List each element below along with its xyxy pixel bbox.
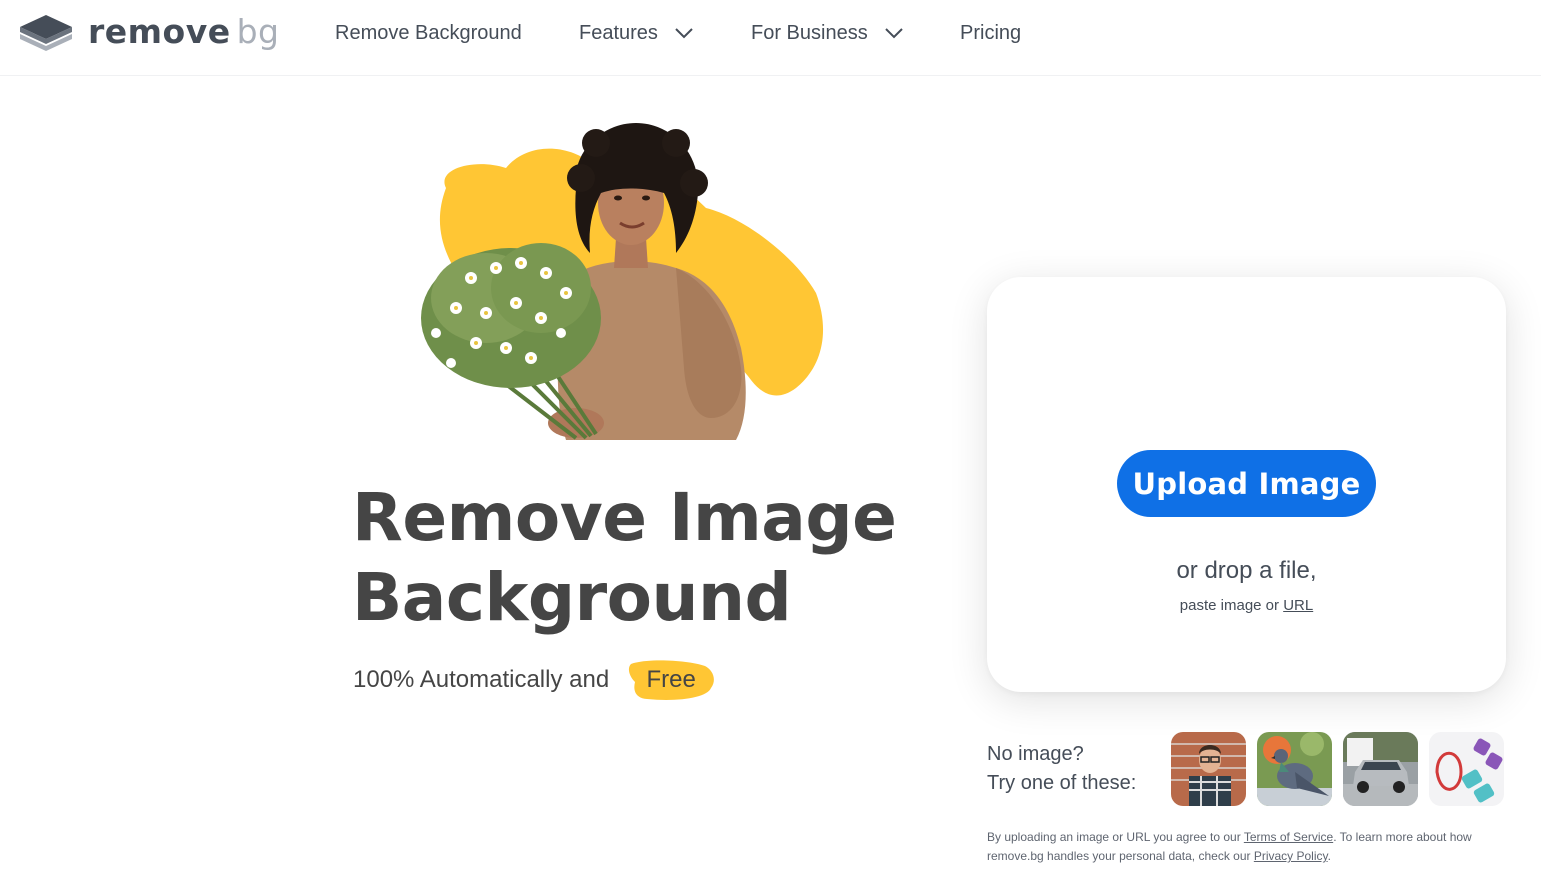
sample-prompt-line2: Try one of these:	[987, 772, 1137, 794]
logo-layers-icon	[20, 15, 72, 51]
url-link[interactable]: URL	[1283, 597, 1313, 614]
car-sample-image	[1343, 732, 1418, 806]
removebg-logo[interactable]: remove bg	[18, 12, 280, 52]
sample-thumb-person[interactable]	[1171, 732, 1246, 806]
nav-label: Remove Background	[335, 21, 522, 44]
sample-prompt-line1: No image?	[987, 743, 1084, 765]
hero-woman-with-flowers-image	[421, 123, 824, 440]
paste-prefix: paste image or	[1179, 597, 1284, 614]
chevron-down-icon	[885, 28, 903, 39]
drop-file-text: or drop a file,	[1176, 557, 1317, 584]
sample-thumb-pigeon[interactable]	[1257, 732, 1332, 806]
paste-image-text: paste image or URL	[987, 597, 1506, 614]
logo-wordmark: remove bg	[88, 12, 280, 51]
nav-pricing[interactable]: Pricing	[960, 18, 1021, 48]
hero-subtitle-text: 100% Automatically and	[353, 666, 610, 693]
legal-text-part3: .	[1327, 849, 1331, 863]
privacy-policy-link[interactable]: Privacy Policy	[1254, 849, 1328, 863]
fitness-gear-sample-image	[1429, 732, 1504, 806]
upload-card[interactable]: Upload Image or drop a file, paste image…	[987, 277, 1506, 692]
terms-of-service-link[interactable]: Terms of Service	[1244, 830, 1333, 844]
legal-text-part1: By uploading an image or URL you agree t…	[987, 830, 1244, 844]
nav-features[interactable]: Features	[579, 18, 694, 48]
sample-thumb-car[interactable]	[1343, 732, 1418, 806]
sample-thumb-fitness[interactable]	[1429, 732, 1504, 806]
sample-prompt: No image? Try one of these:	[987, 740, 1136, 798]
nav-for-business[interactable]: For Business	[751, 18, 904, 48]
nav-label: For Business	[751, 21, 868, 44]
nav-remove-background[interactable]: Remove Background	[335, 18, 522, 48]
nav-label: Features	[579, 21, 658, 44]
chevron-down-icon	[675, 28, 693, 39]
hero-title-line1: Remove Image	[352, 479, 897, 556]
pigeon-sample-image	[1257, 732, 1332, 806]
upload-image-button[interactable]: Upload Image	[1117, 450, 1376, 517]
free-badge-label: Free	[646, 666, 696, 693]
hero-title: Remove Image Background	[352, 478, 952, 638]
nav-label: Pricing	[960, 21, 1022, 44]
legal-disclaimer: By uploading an image or URL you agree t…	[987, 828, 1527, 866]
hero-title-line2: Background	[352, 559, 792, 636]
person-sample-image	[1171, 732, 1246, 806]
hero-subtitle: 100% Automatically and Free	[353, 658, 715, 702]
top-navigation: remove bg Remove Background Features For …	[0, 0, 1541, 76]
free-badge: Free	[627, 658, 715, 702]
